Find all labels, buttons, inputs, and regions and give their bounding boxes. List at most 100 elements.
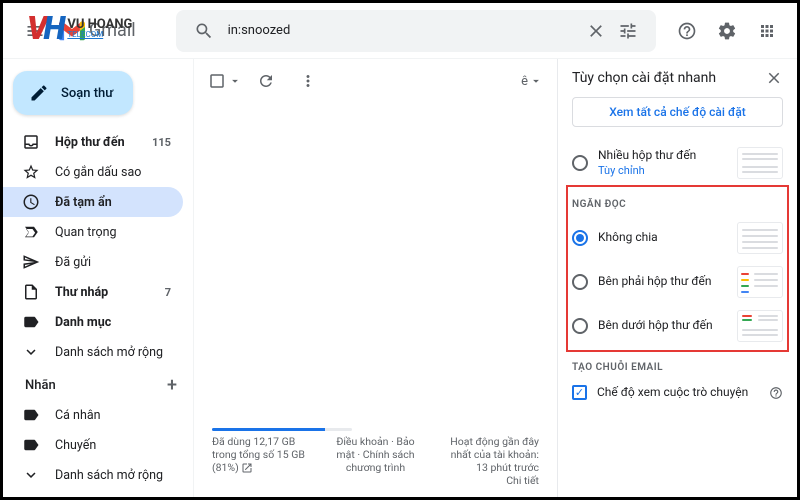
storage-text[interactable]: Đã dùng 12,17 GB trong tổng số 15 GB (81… xyxy=(212,435,310,487)
labels-section-header: Nhãn + xyxy=(3,367,193,400)
tune-icon xyxy=(618,21,638,41)
radio-icon xyxy=(572,318,588,334)
customize-link[interactable]: Tùy chỉnh xyxy=(598,164,727,178)
nav-label: Hộp thư đến xyxy=(55,135,152,150)
reading-pane-section-highlight: Ngăn đọc Không chia Bên phải hộp thư đến xyxy=(566,185,789,352)
checkbox-icon xyxy=(208,72,226,90)
support-button[interactable] xyxy=(669,13,705,49)
nav-label: Thư nháp xyxy=(55,285,165,300)
sidebar-item-important[interactable]: Quan trọng xyxy=(3,217,183,247)
nav-list: Hộp thư đến 115 Có gắn dấu sao Đã tạm ẩn… xyxy=(3,127,193,367)
radio-icon xyxy=(572,230,588,246)
sidebar-item-snoozed[interactable]: Đã tạm ẩn xyxy=(3,187,183,217)
close-icon xyxy=(586,21,606,41)
add-label-button[interactable]: + xyxy=(167,375,177,396)
labels-list: Cá nhân Chuyến Danh sách mở rộng xyxy=(3,400,193,490)
search-bar[interactable] xyxy=(176,10,656,52)
option-right-split[interactable]: Bên phải hộp thư đến xyxy=(572,260,783,304)
checkbox-checked-icon: ✓ xyxy=(572,385,587,400)
main-area: Soạn thư Hộp thư đến 115 Có gắn dấu sao … xyxy=(3,59,797,497)
footer-terms[interactable]: Điều khoản · Bảo mật · Chính sách chương… xyxy=(326,435,424,487)
search-options-button[interactable] xyxy=(612,15,644,47)
chevron-down-icon xyxy=(21,466,41,484)
label-text: Cá nhân xyxy=(55,408,171,423)
thumb-no-split xyxy=(737,222,783,254)
nav-label: Đã tạm ẩn xyxy=(55,195,171,210)
search-input[interactable] xyxy=(220,23,580,38)
gear-icon xyxy=(717,21,737,41)
apps-icon xyxy=(758,22,776,40)
nav-count: 115 xyxy=(152,136,171,149)
nav-label: Danh sách mở rộng xyxy=(55,345,171,360)
sidebar-item-more[interactable]: Danh sách mở rộng xyxy=(3,337,183,367)
nav-count: 7 xyxy=(165,286,171,299)
label-item-trips[interactable]: Chuyến xyxy=(3,430,183,460)
watermark-logo: VH VU HOANG TELECOM xyxy=(27,9,132,47)
storage-bar xyxy=(212,428,352,431)
label-item-more[interactable]: Danh sách mở rộng xyxy=(3,460,183,490)
toolbar: ê xyxy=(194,59,557,103)
star-icon xyxy=(21,163,41,181)
footer: Đã dùng 12,17 GB trong tổng số 15 GB (81… xyxy=(194,424,557,497)
chevron-down-icon xyxy=(21,343,41,361)
clock-icon xyxy=(21,193,41,211)
label-text: Danh sách mở rộng xyxy=(55,468,171,483)
search-icon xyxy=(194,21,214,41)
see-all-settings-button[interactable]: Xem tất cả chế độ cài đặt xyxy=(572,97,783,127)
option-no-split[interactable]: Không chia xyxy=(572,216,783,260)
refresh-button[interactable] xyxy=(248,63,284,99)
sidebar-item-sent[interactable]: Đã gửi xyxy=(3,247,183,277)
sidebar-item-categories[interactable]: Danh mục xyxy=(3,307,183,337)
nav-label: Có gắn dấu sao xyxy=(55,165,171,180)
sidebar-item-drafts[interactable]: Thư nháp 7 xyxy=(3,277,183,307)
apps-button[interactable] xyxy=(749,13,785,49)
help-icon xyxy=(677,21,697,41)
option-below-split[interactable]: Bên dưới hộp thư đến xyxy=(572,304,783,348)
nav-label: Quan trọng xyxy=(55,225,171,240)
panel-title: Tùy chọn cài đặt nhanh xyxy=(572,70,716,86)
close-panel-button[interactable] xyxy=(765,69,783,87)
nav-label: Danh mục xyxy=(55,315,171,330)
refresh-icon xyxy=(257,72,275,90)
more-button[interactable] xyxy=(290,63,326,99)
input-tools-button[interactable]: ê xyxy=(521,63,543,99)
radio-icon xyxy=(572,274,588,290)
reading-pane-title: Ngăn đọc xyxy=(572,199,783,210)
draft-icon xyxy=(21,283,41,301)
header-actions xyxy=(669,13,785,49)
help-icon[interactable] xyxy=(769,386,783,400)
thread-section-title: Tạo chuỗi email xyxy=(572,362,783,373)
search-button[interactable] xyxy=(188,15,220,47)
compose-button[interactable]: Soạn thư xyxy=(13,71,133,115)
dropdown-icon xyxy=(228,74,242,88)
thumb-right-split xyxy=(737,266,783,298)
nav-label: Đã gửi xyxy=(55,255,171,270)
close-icon xyxy=(765,69,783,87)
settings-button[interactable] xyxy=(709,13,745,49)
footer-activity[interactable]: Hoạt động gần đây nhất của tài khoản: 13… xyxy=(441,435,539,487)
empty-mail-list xyxy=(194,103,557,424)
dropdown-icon xyxy=(529,74,543,88)
thumb-below-split xyxy=(737,310,783,342)
compose-label: Soạn thư xyxy=(61,86,113,101)
inbox-icon xyxy=(21,133,41,151)
labels-title: Nhãn xyxy=(25,378,56,393)
important-icon xyxy=(21,223,41,241)
conversation-view-option[interactable]: ✓ Chế độ xem cuộc trò chuyện xyxy=(572,379,783,407)
more-vert-icon xyxy=(299,72,317,90)
sidebar-item-inbox[interactable]: Hộp thư đến 115 xyxy=(3,127,183,157)
pencil-icon xyxy=(29,83,49,103)
label-item-personal[interactable]: Cá nhân xyxy=(3,400,183,430)
label-icon xyxy=(21,313,41,331)
label-icon xyxy=(21,436,41,454)
sidebar-item-starred[interactable]: Có gắn dấu sao xyxy=(3,157,183,187)
sent-icon xyxy=(21,253,41,271)
option-multi-inbox[interactable]: Nhiều hộp thư đến Tùy chỉnh xyxy=(572,141,783,185)
label-text: Chuyến xyxy=(55,438,171,453)
open-icon xyxy=(241,462,253,474)
radio-icon xyxy=(572,155,588,171)
clear-search-button[interactable] xyxy=(580,15,612,47)
select-all-checkbox[interactable] xyxy=(208,63,242,99)
thumb-multi-inbox xyxy=(737,147,783,179)
label-icon xyxy=(21,406,41,424)
